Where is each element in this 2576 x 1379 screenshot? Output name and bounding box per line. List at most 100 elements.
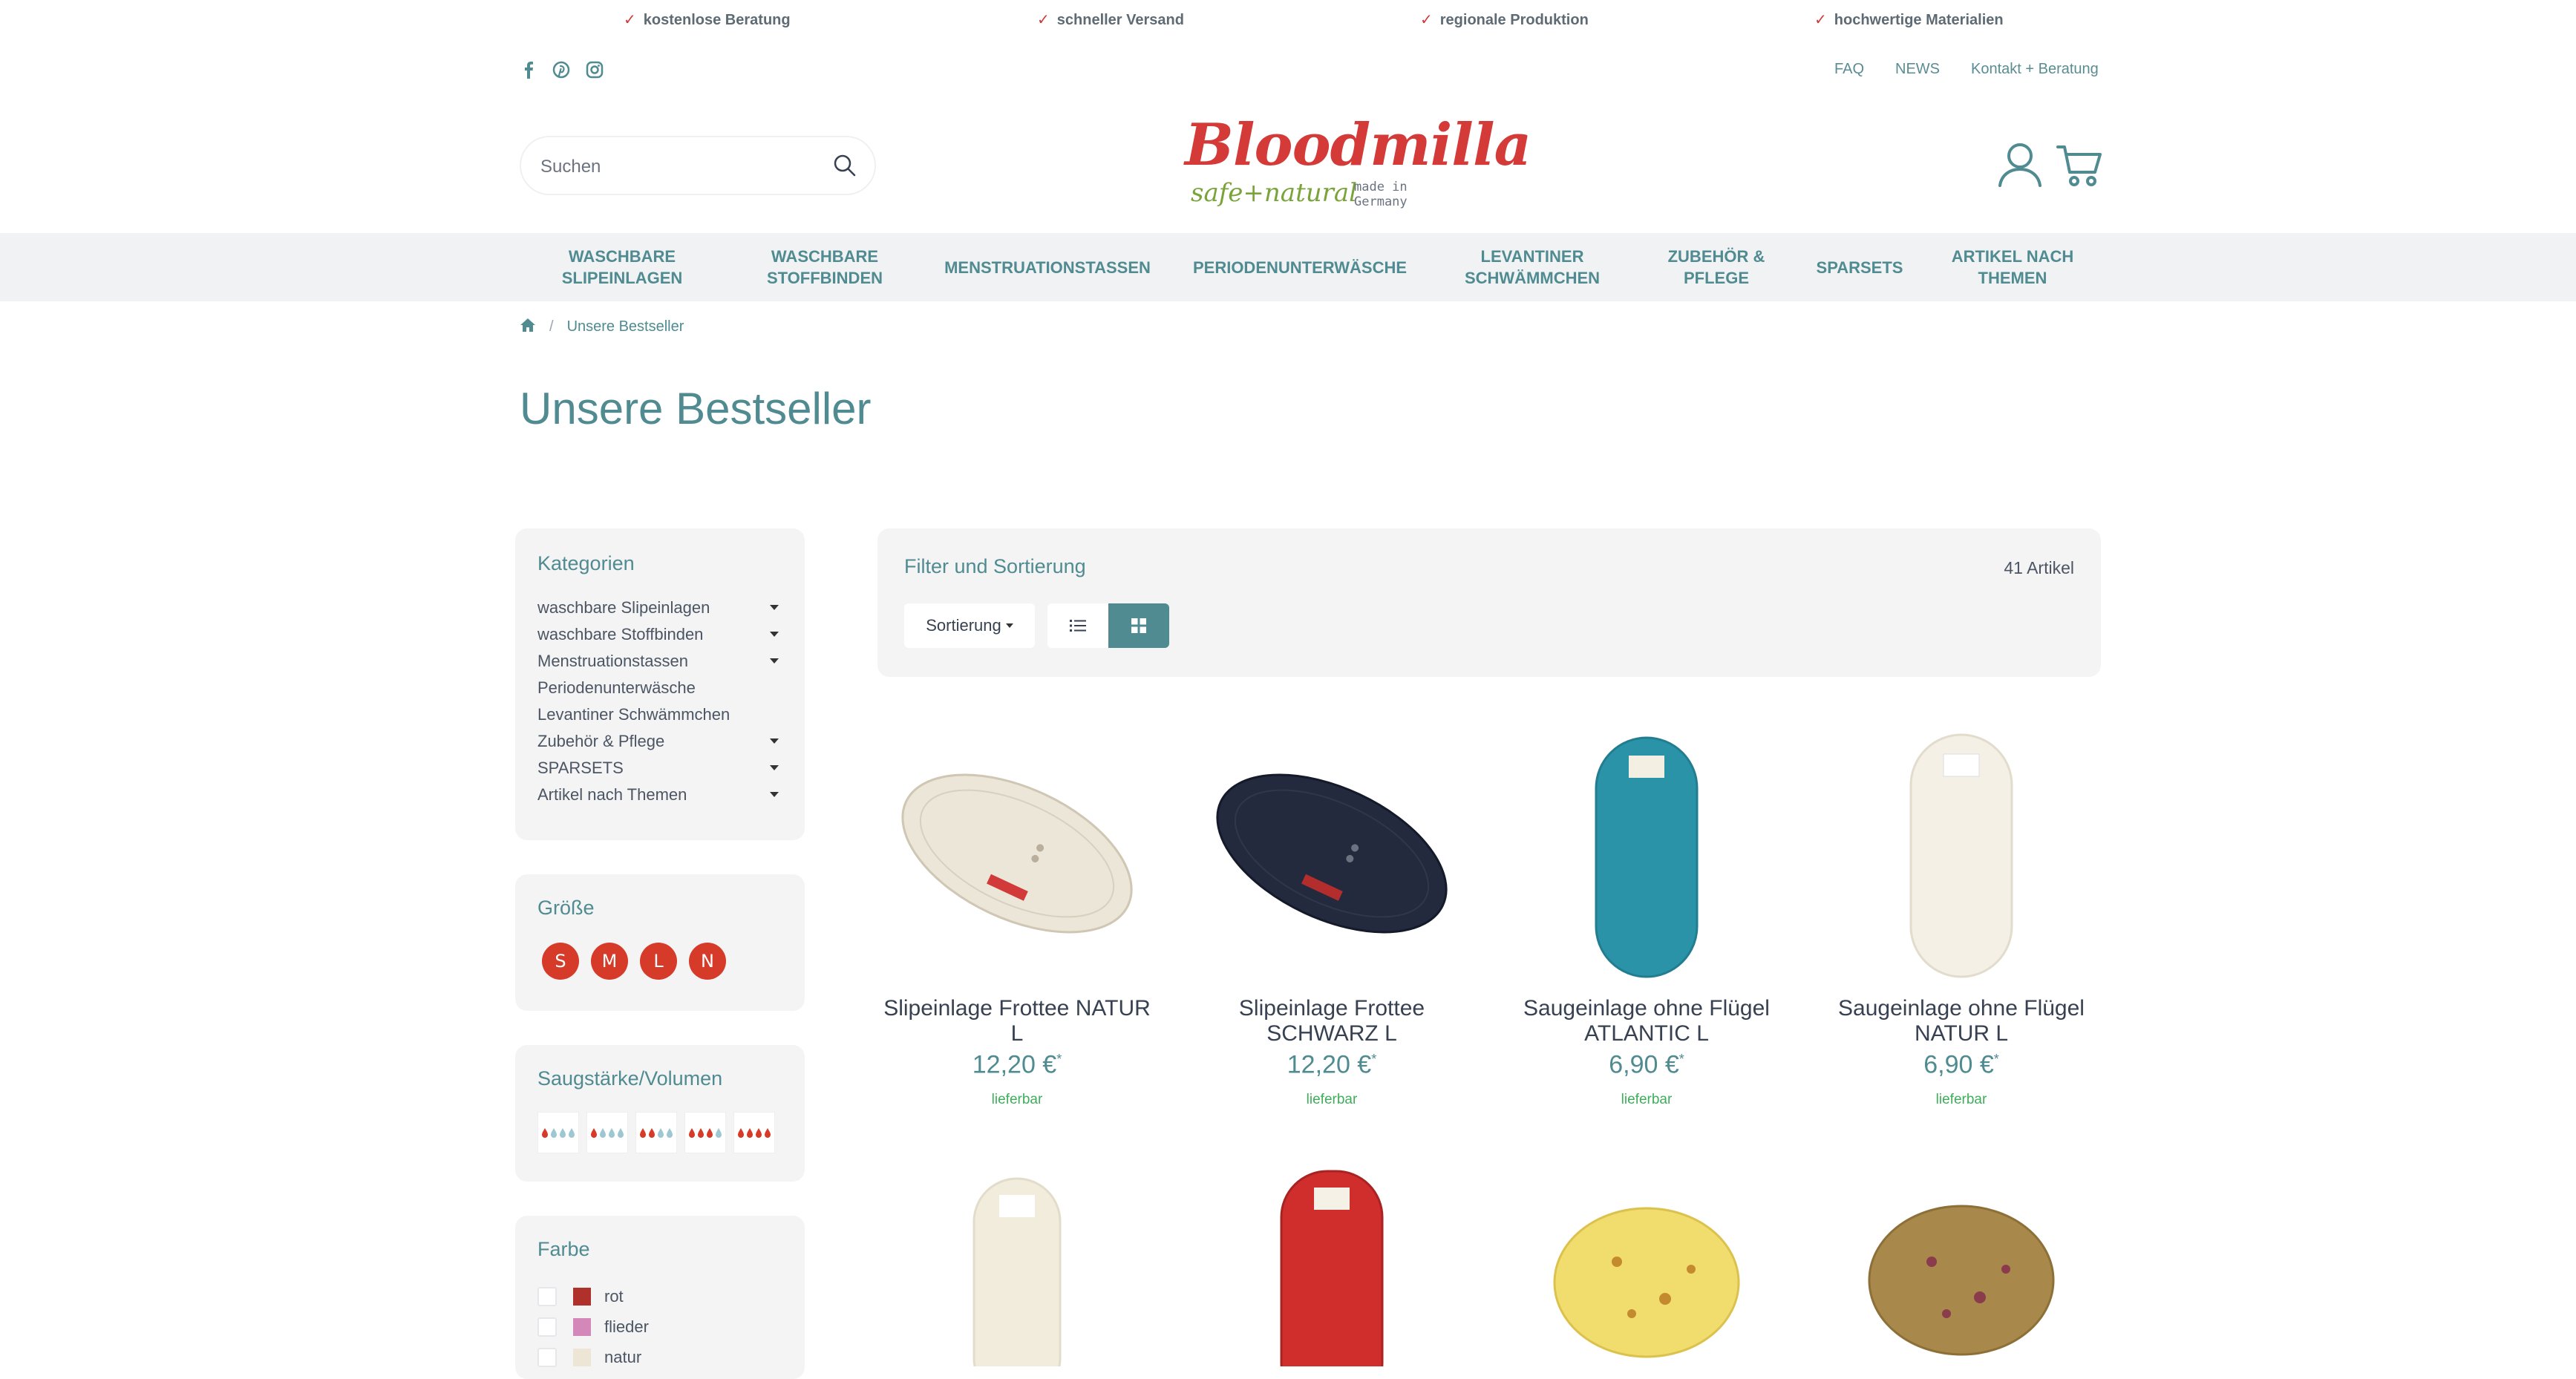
product-image[interactable] [1820,1165,2102,1366]
breadcrumb-separator: / [549,318,554,335]
stock-status: lieferbar [1621,1092,1673,1108]
nav-item-schwaemmchen[interactable]: LEVANTINER SCHWÄMMCHEN [1430,233,1635,301]
product-card[interactable]: Slipeinlage Frottee SCHWARZ L 12,20 €* l… [1191,720,1473,1121]
nav-item-zubehoer[interactable]: ZUBEHÖR & PFLEGE [1635,233,1798,301]
size-filter-s[interactable]: S [542,943,579,980]
chevron-down-icon[interactable] [770,738,779,744]
news-link[interactable]: NEWS [1895,61,1940,78]
color-filter-natur[interactable]: natur [537,1348,641,1367]
sort-dropdown[interactable]: Sortierung [904,603,1035,648]
grid-icon [1131,618,1146,633]
nav-item-menstruationstassen[interactable]: MENSTRUATIONSTASSEN [925,233,1170,301]
product-image[interactable] [1506,1165,1788,1366]
search-icon[interactable] [831,152,858,183]
product-name: Saugeinlage ohne Flügel ATLANTIC L [1523,996,1770,1046]
category-item[interactable]: Periodenunterwäsche [537,678,779,698]
logo-note: made in Germany [1354,180,1408,209]
product-image[interactable] [1820,720,2102,987]
absorbency-level-5[interactable] [733,1112,775,1153]
home-icon[interactable] [520,318,536,336]
absorbency-level-1[interactable] [537,1112,579,1153]
checkbox[interactable] [537,1287,557,1306]
search-input[interactable]: Suchen [520,136,876,195]
contact-link[interactable]: Kontakt + Beratung [1971,61,2099,78]
category-item[interactable]: SPARSETS [537,759,779,778]
pinterest-icon[interactable] [552,61,570,79]
category-item[interactable]: Artikel nach Themen [537,785,779,805]
nav-item-sparsets[interactable]: SPARSETS [1798,233,1921,301]
nav-item-themen[interactable]: ARTIKEL NACH THEMEN [1921,233,2104,301]
product-card[interactable]: Saugeinlage ohne Flügel ATLANTIC L 6,90 … [1506,720,1788,1121]
absorbency-level-2[interactable] [586,1112,628,1153]
size-panel: Größe S M L N [515,874,805,1011]
absorbency-title: Saugstärke/Volumen [537,1067,723,1090]
categories-title: Kategorien [537,552,635,574]
product-image[interactable] [1506,720,1788,987]
category-item[interactable]: waschbare Stoffbinden [537,625,779,644]
category-item[interactable]: Menstruationstassen [537,652,779,671]
caret-down-icon [1005,623,1013,628]
category-item[interactable]: waschbare Slipeinlagen [537,598,779,618]
nav-item-slipeinlagen[interactable]: WASCHBARE SLIPEINLAGEN [520,233,725,301]
color-swatch [573,1349,591,1366]
nav-item-periodenunterwaesche[interactable]: PERIODENUNTERWÄSCHE [1170,233,1430,301]
chevron-down-icon[interactable] [770,792,779,797]
product-card[interactable]: Saugeinlage ohne Flügel NATUR L 6,90 €* … [1820,720,2102,1121]
product-image[interactable] [1191,720,1473,987]
product-card[interactable]: Slipeinlage Frottee NATUR L 12,20 €* lie… [876,720,1158,1121]
cart-icon[interactable] [2056,143,2102,192]
chevron-down-icon[interactable] [770,632,779,637]
size-filter-m[interactable]: M [591,943,628,980]
grid-view-button[interactable] [1108,603,1169,648]
product-price: 6,90 €* [1923,1050,1999,1079]
nav-item-stoffbinden[interactable]: WASCHBARE STOFFBINDEN [725,233,925,301]
product-price: 12,20 €* [972,1050,1062,1079]
usp-item: ✓ kostenlose Beratung [624,12,791,28]
stock-status: lieferbar [1935,1092,1987,1108]
logo-tagline: safe+natural [1191,178,1358,208]
product-name: Slipeinlage Frottee NATUR L [883,996,1151,1046]
list-view-button[interactable] [1047,603,1108,648]
article-count: 41 Artikel [2004,558,2074,577]
product-image[interactable] [1191,1165,1473,1379]
page-title: Unsere Bestseller [520,384,872,433]
site-logo[interactable]: Bloodmilla safe+natural made in Germany [1185,111,1531,215]
chevron-down-icon[interactable] [770,658,779,664]
categories-panel: Kategorien waschbare Slipeinlagen waschb… [515,528,805,840]
stock-status: lieferbar [1306,1092,1358,1108]
chevron-down-icon[interactable] [770,605,779,610]
category-item[interactable]: Zubehör & Pflege [537,732,779,751]
main-nav: WASCHBARE SLIPEINLAGEN WASCHBARE STOFFBIND… [0,233,2576,301]
product-image[interactable] [876,720,1158,987]
chevron-down-icon[interactable] [770,765,779,770]
instagram-icon[interactable] [586,61,604,79]
checkbox[interactable] [537,1317,557,1337]
stock-status: lieferbar [991,1092,1043,1108]
category-item[interactable]: Levantiner Schwämmchen [537,705,779,724]
breadcrumb: / Unsere Bestseller [520,318,684,336]
size-filter-l[interactable]: L [640,943,677,980]
absorbency-level-4[interactable] [684,1112,726,1153]
account-icon[interactable] [1997,141,2043,191]
faq-link[interactable]: FAQ [1834,61,1864,78]
breadcrumb-current[interactable]: Unsere Bestseller [567,318,684,335]
size-filter-n[interactable]: N [689,943,726,980]
product-price: 12,20 €* [1287,1050,1377,1079]
checkbox[interactable] [537,1348,557,1367]
facebook-icon[interactable] [522,61,535,79]
size-title: Größe [537,897,595,919]
search-placeholder: Suchen [540,157,601,177]
product-price: 6,90 €* [1609,1050,1684,1079]
color-swatch [573,1318,591,1336]
product-name: Slipeinlage Frottee SCHWARZ L [1238,996,1425,1046]
filter-title: Filter und Sortierung [904,555,1086,577]
usp-item: ✓ hochwertige Materialien [1814,12,2004,28]
absorbency-level-3[interactable] [635,1112,677,1153]
color-filter-flieder[interactable]: flieder [537,1317,649,1337]
list-icon [1070,620,1086,632]
color-swatch [573,1288,591,1306]
product-name: Saugeinlage ohne Flügel NATUR L [1838,996,2085,1046]
logo-wordmark: Bloodmilla [1185,111,1531,179]
color-filter-rot[interactable]: rot [537,1287,624,1306]
product-image[interactable] [876,1165,1158,1379]
